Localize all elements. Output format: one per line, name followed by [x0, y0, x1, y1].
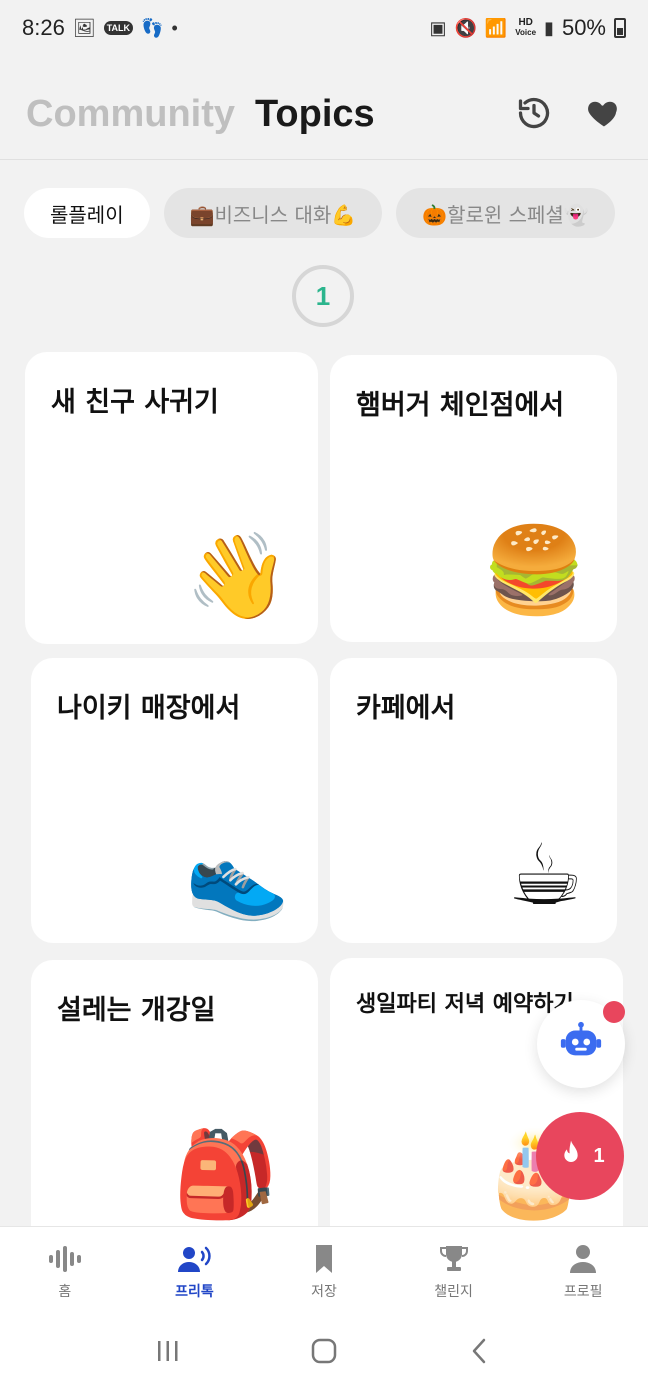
topic-card-school-day[interactable]: 설레는 개강일 🎒: [31, 960, 318, 1260]
topic-card-new-friend[interactable]: 새 친구 사귀기 👋: [25, 352, 318, 644]
back-icon[interactable]: [465, 1336, 495, 1370]
dot-icon: •: [171, 17, 178, 38]
card-title: 햄버거 체인점에서: [356, 390, 565, 421]
voice-wave-icon: [48, 1245, 81, 1272]
wifi-icon: 📶: [484, 17, 508, 38]
status-time: 8:26: [22, 15, 65, 40]
card-title: 생일파티 저녁 예약하기: [356, 992, 574, 1017]
category-chips: 롤플레이 💼비즈니스 대화💪 🎃할로윈 스페셜👻: [24, 188, 615, 238]
nav-label: 저장: [311, 1283, 337, 1300]
nav-label: 프리톡: [175, 1283, 214, 1300]
nav-saved[interactable]: 저장: [259, 1227, 389, 1316]
nav-freetalk[interactable]: 프리톡: [130, 1227, 260, 1316]
notification-dot: [603, 1001, 625, 1023]
trophy-icon: [439, 1245, 468, 1271]
topic-card-cafe[interactable]: 카페에서 ☕: [330, 658, 617, 943]
chip-halloween[interactable]: 🎃할로윈 스페셜👻: [396, 188, 615, 238]
fire-icon: [555, 1138, 587, 1174]
waving-hand-icon: 👋: [185, 527, 290, 625]
mute-icon: 🔇: [454, 17, 477, 38]
card-title: 카페에서: [356, 693, 456, 724]
recent-apps-icon[interactable]: [153, 1336, 183, 1370]
page-indicator: 1: [292, 265, 354, 327]
nav-label: 홈: [58, 1283, 72, 1300]
signal-icon: ▮: [544, 17, 554, 38]
backpack-icon: 🎒: [173, 1125, 278, 1223]
hamburger-icon: 🍔: [482, 521, 587, 619]
bookmark-icon: [315, 1244, 332, 1273]
nav-label: 챌린지: [434, 1283, 473, 1300]
status-bar: 8:26 🖼 TALK 👣 • ▣ 🔇 📶 HD Voice ▮ 50%: [0, 0, 648, 56]
heart-icon[interactable]: [586, 95, 622, 135]
coffee-cup-icon: ☕: [507, 826, 583, 924]
streak-button[interactable]: 1: [536, 1112, 624, 1200]
card-title: 나이키 매장에서: [57, 693, 241, 724]
chip-roleplay[interactable]: 롤플레이: [24, 188, 150, 238]
home-button-icon[interactable]: [309, 1336, 339, 1370]
gallery-icon: 🖼: [72, 17, 96, 38]
system-nav-bar: [0, 1316, 648, 1390]
footsteps-icon: 👣: [141, 17, 164, 38]
topic-card-nike[interactable]: 나이키 매장에서 👟: [31, 658, 318, 943]
history-icon[interactable]: [516, 95, 552, 135]
battery-saver-icon: ▣: [429, 17, 447, 38]
people-talk-icon: [178, 1246, 212, 1272]
sneaker-icon: 👟: [185, 826, 290, 924]
battery-percent: 50%: [561, 15, 606, 40]
robot-icon: [558, 1019, 604, 1069]
app-header: Community Topics: [0, 70, 648, 160]
tab-topics[interactable]: Topics: [255, 93, 375, 136]
card-title: 설레는 개강일: [57, 995, 216, 1026]
talk-icon: TALK: [103, 21, 134, 35]
hd-voice-icon: HD Voice: [515, 17, 537, 38]
nav-challenge[interactable]: 챌린지: [389, 1227, 519, 1316]
chip-business[interactable]: 💼비즈니스 대화💪: [163, 188, 383, 238]
topic-card-burger[interactable]: 햄버거 체인점에서 🍔: [330, 355, 617, 642]
tab-community[interactable]: Community: [26, 93, 235, 136]
battery-icon: [614, 18, 626, 38]
streak-count: 1: [593, 1144, 605, 1167]
person-icon: [570, 1244, 597, 1273]
nav-label: 프로필: [563, 1283, 603, 1300]
nav-profile[interactable]: 프로필: [518, 1227, 648, 1316]
bottom-nav: 홈 프리톡 저장 챌린지 프로필: [0, 1226, 648, 1316]
card-title: 새 친구 사귀기: [51, 387, 219, 418]
nav-home[interactable]: 홈: [0, 1227, 130, 1316]
